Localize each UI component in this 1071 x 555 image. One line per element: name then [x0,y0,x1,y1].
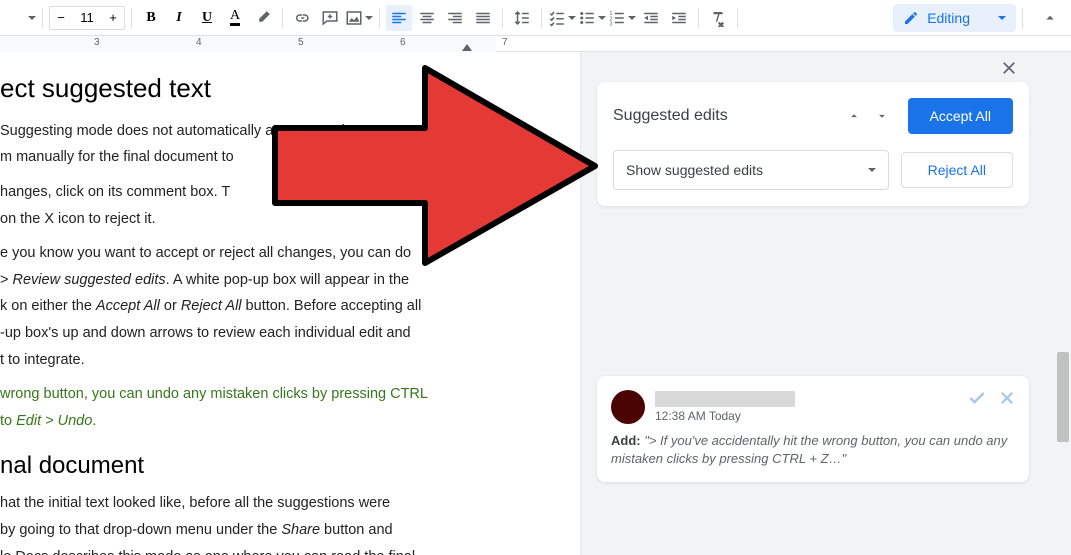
font-size-group: − 11 + [49,6,125,30]
reject-all-button[interactable]: Reject All [901,152,1013,188]
bold-button[interactable]: B [138,5,164,31]
insert-image-button[interactable] [345,5,373,31]
reject-suggestion-button[interactable] [995,386,1019,410]
suggested-edits-card: Suggested edits Accept All Show sug [597,82,1029,206]
insert-link-button[interactable] [289,5,315,31]
avatar [611,390,645,424]
suggested-edits-title: Suggested edits [613,107,728,125]
font-size-value[interactable]: 11 [72,10,102,25]
editing-mode-label: Editing [927,10,970,26]
redacted-name [655,391,795,407]
line-spacing-button[interactable] [509,5,535,31]
window-scrollbar[interactable] [1055,52,1071,555]
close-panel-button[interactable] [995,54,1023,82]
heading-reject-suggested: ect suggested text [0,70,572,107]
font-size-increase[interactable]: + [102,7,124,29]
next-edit-button[interactable] [870,104,894,128]
bullet-list-button[interactable] [578,5,606,31]
text-color-button[interactable]: A [222,5,248,31]
collapse-toolbar-button[interactable] [1037,5,1063,31]
font-size-decrease[interactable]: − [50,7,72,29]
underline-button[interactable]: U [194,5,220,31]
ruler-indent-marker[interactable] [462,44,472,51]
document-area[interactable]: ect suggested text Suggesting mode does … [0,52,580,555]
highlight-button[interactable] [250,5,276,31]
ruler[interactable]: 3 4 5 6 7 [0,36,1071,52]
accept-suggestion-button[interactable] [965,386,989,410]
clear-formatting-button[interactable] [705,5,731,31]
side-panel: Suggested edits Accept All Show sug [580,52,1071,555]
comment-body: Add: "> If you've accidentally hit the w… [611,432,1015,468]
align-left-button[interactable] [386,5,412,31]
align-right-button[interactable] [442,5,468,31]
numbered-list-button[interactable]: 123 [608,5,636,31]
add-comment-button[interactable] [317,5,343,31]
checklist-button[interactable] [548,5,576,31]
accept-all-button[interactable]: Accept All [908,98,1013,134]
italic-button[interactable]: I [166,5,192,31]
decrease-indent-button[interactable] [638,5,664,31]
svg-text:3: 3 [610,21,613,27]
comment-timestamp: 12:38 AM Today [655,409,795,423]
align-center-button[interactable] [414,5,440,31]
heading-final-document: nal document [0,449,572,483]
align-justify-button[interactable] [470,5,496,31]
show-edits-dropdown[interactable]: Show suggested edits [613,150,889,190]
suggestion-comment-card[interactable]: 12:38 AM Today Add: "> If you've acciden… [597,376,1029,482]
toolbar: − 11 + B I U A [0,0,1071,36]
increase-indent-button[interactable] [666,5,692,31]
prev-edit-button[interactable] [842,104,866,128]
more-button[interactable] [8,5,36,31]
editing-mode-button[interactable]: Editing [893,4,1016,32]
